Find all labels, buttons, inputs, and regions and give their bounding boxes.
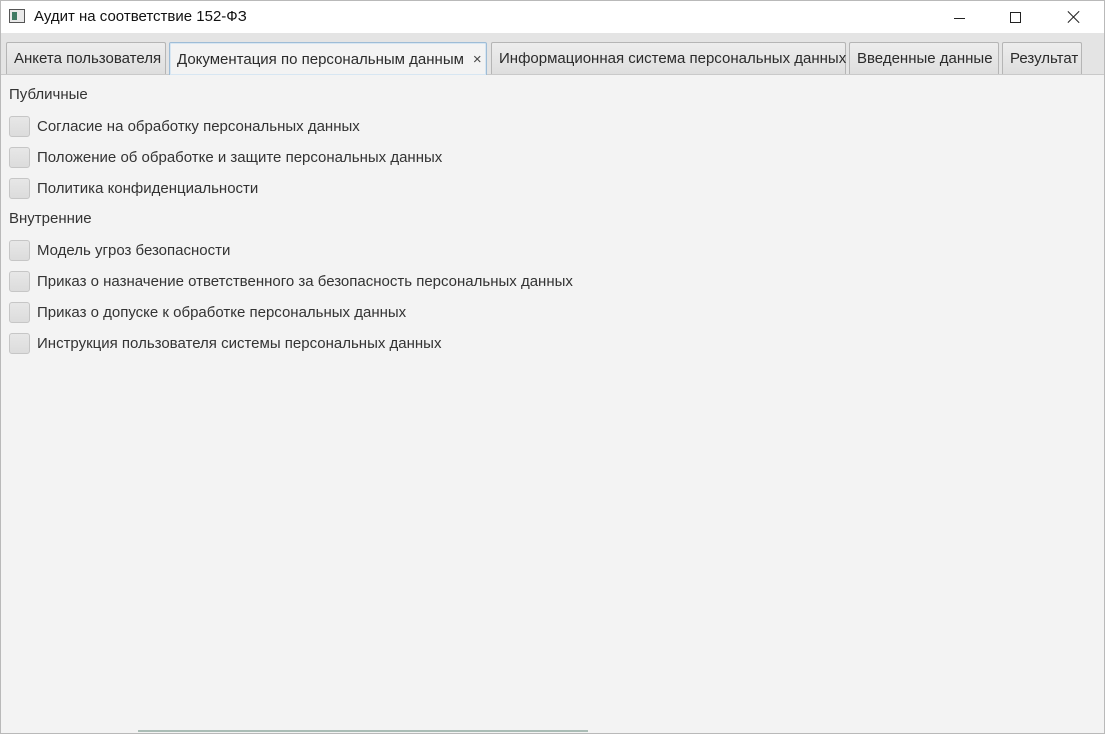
window-title: Аудит на соответствие 152-ФЗ [34, 8, 247, 25]
tab-result[interactable]: Результат [1002, 42, 1082, 74]
checkbox-label[interactable]: Политика конфиденциальности [37, 180, 258, 197]
checkbox-row[interactable]: Положение об обработке и защите персонал… [9, 146, 442, 168]
app-icon [9, 9, 25, 23]
checkbox-label[interactable]: Положение об обработке и защите персонал… [37, 149, 442, 166]
checkbox-label[interactable]: Приказ о допуске к обработке персональны… [37, 304, 406, 321]
close-icon [1067, 10, 1081, 24]
tab-label: Информационная система персональных данн… [499, 50, 847, 67]
checkbox-row[interactable]: Согласие на обработку персональных данны… [9, 115, 360, 137]
app-window: Аудит на соответствие 152-ФЗ Анкета поль… [0, 0, 1105, 734]
tab-pd-documentation[interactable]: Документация по персональным данным × [169, 42, 487, 75]
checkbox-row[interactable]: Модель угроз безопасности [9, 239, 230, 261]
minimize-button[interactable] [936, 1, 982, 33]
checkbox[interactable] [9, 115, 30, 137]
taskbar-edge [138, 730, 588, 732]
checkbox-label[interactable]: Модель угроз безопасности [37, 242, 230, 259]
tab-entered-data[interactable]: Введенные данные [849, 42, 999, 74]
section-label-public: Публичные [9, 86, 88, 103]
close-window-button[interactable] [1051, 1, 1097, 33]
tab-label: Введенные данные [857, 50, 993, 67]
maximize-button[interactable] [992, 1, 1038, 33]
tab-header: Анкета пользователя Документация по перс… [1, 33, 1104, 75]
checkbox[interactable] [9, 239, 30, 261]
checkbox[interactable] [9, 332, 30, 354]
title-bar[interactable]: Аудит на соответствие 152-ФЗ [1, 1, 1104, 33]
tab-label: Анкета пользователя [14, 50, 162, 67]
tab-user-questionnaire[interactable]: Анкета пользователя [6, 42, 166, 74]
checkbox-label[interactable]: Приказ о назначение ответственного за бе… [37, 273, 573, 290]
section-label-internal: Внутренние [9, 210, 92, 227]
checkbox[interactable] [9, 146, 30, 168]
tab-content: Публичные Согласие на обработку персонал… [1, 76, 1104, 733]
minimize-icon [953, 17, 965, 19]
checkbox-row[interactable]: Приказ о допуске к обработке персональны… [9, 301, 406, 323]
checkbox-label[interactable]: Инструкция пользователя системы персонал… [37, 335, 441, 352]
checkbox[interactable] [9, 270, 30, 292]
checkbox-row[interactable]: Политика конфиденциальности [9, 177, 258, 199]
checkbox-row[interactable]: Инструкция пользователя системы персонал… [9, 332, 441, 354]
tab-label: Документация по персональным данным [177, 50, 464, 68]
tab-pd-information-system[interactable]: Информационная система персональных данн… [491, 42, 846, 74]
tab-label: Результат [1010, 50, 1079, 67]
maximize-icon [1009, 11, 1021, 23]
tab-close-icon[interactable]: × [473, 51, 482, 68]
checkbox[interactable] [9, 301, 30, 323]
checkbox-label[interactable]: Согласие на обработку персональных данны… [37, 118, 360, 135]
checkbox-row[interactable]: Приказ о назначение ответственного за бе… [9, 270, 573, 292]
checkbox[interactable] [9, 177, 30, 199]
